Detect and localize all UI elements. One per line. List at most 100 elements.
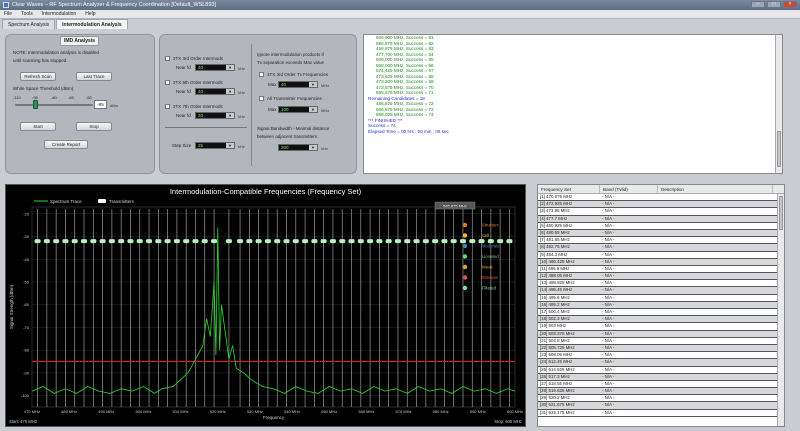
y-tick-label: -30 bbox=[23, 234, 30, 239]
menu-help[interactable]: Help bbox=[85, 10, 95, 18]
menu-tools[interactable]: Tools bbox=[21, 10, 33, 18]
table-row[interactable]: [24] 512.45 MHz - N/A - bbox=[538, 359, 784, 367]
band-cell: - N/A - bbox=[602, 373, 615, 379]
third-tx-checkbox[interactable] bbox=[259, 72, 264, 77]
table-row[interactable]: [5] 480.925 MHz - N/A - bbox=[538, 223, 784, 230]
band-cell: - N/A - bbox=[602, 258, 615, 264]
table-row[interactable]: [6] 480.55 MHz - N/A - bbox=[538, 229, 784, 238]
threshold-value-field[interactable]: -85 bbox=[94, 100, 107, 109]
tab-intermodulation-analysis[interactable]: Intermodulation Analysis bbox=[56, 19, 128, 29]
menu-intermodulation[interactable]: Intermodulation bbox=[42, 10, 76, 18]
imd-notice-line1: NOTE: Intermodulation analysis is disabl… bbox=[13, 50, 100, 55]
table-row[interactable]: [13] 489.925 MHz - N/A - bbox=[538, 280, 784, 288]
table-row[interactable]: [7] 481.65 MHz - N/A - bbox=[538, 237, 784, 245]
transmitter-marker bbox=[43, 239, 50, 244]
minimize-button[interactable]: – bbox=[751, 1, 765, 8]
transmitter-marker bbox=[367, 239, 374, 244]
transmitter-marker bbox=[422, 239, 429, 244]
threshold-slider-track[interactable] bbox=[15, 104, 93, 106]
fifth-order-checkbox[interactable] bbox=[165, 80, 170, 85]
table-row[interactable]: [1] 470.675 MHz - N/A - bbox=[538, 194, 784, 202]
table-row[interactable]: [3] 473.95 MHz - N/A - bbox=[538, 208, 784, 216]
all-tx-checkbox[interactable] bbox=[259, 96, 264, 101]
third-order-checkbox[interactable] bbox=[165, 56, 170, 61]
seventh-near-select[interactable]: 20 ▼ bbox=[195, 112, 235, 119]
last-trace-button[interactable]: Last Trace bbox=[76, 72, 112, 81]
table-body: [1] 470.675 MHz - N/A - [2] 472.925 MHz - N… bbox=[538, 194, 784, 417]
table-scrollbar-thumb[interactable] bbox=[779, 196, 783, 230]
transmitter-marker bbox=[127, 239, 134, 244]
category-label: Wireless bbox=[482, 275, 498, 280]
third-near-select[interactable]: 40 ▼ bbox=[195, 64, 235, 71]
seventh-order-checkbox[interactable] bbox=[165, 104, 170, 109]
table-row[interactable]: [10] 486.425 MHz - N/A - bbox=[538, 258, 784, 266]
category-swatch bbox=[462, 285, 468, 291]
threshold-slider-handle[interactable] bbox=[33, 100, 38, 109]
close-button[interactable]: × bbox=[783, 1, 797, 8]
table-row[interactable]: [8] 482.75 MHz - N/A - bbox=[538, 244, 784, 252]
category-label: Licensed bbox=[482, 254, 499, 259]
band-cell: - N/A - bbox=[602, 201, 615, 207]
table-row[interactable]: [21] 504.8 MHz - N/A - bbox=[538, 338, 784, 345]
stop-button[interactable]: Stop bbox=[76, 122, 112, 131]
table-row[interactable]: [28] 519.625 MHz - N/A - bbox=[538, 388, 784, 396]
category-swatch bbox=[462, 233, 468, 238]
create-report-button[interactable]: Create Report bbox=[44, 140, 88, 149]
table-row[interactable]: [27] 518.55 MHz - N/A - bbox=[538, 381, 784, 389]
col-frequency-set[interactable]: Frequency Set bbox=[538, 185, 600, 193]
frequency-cell: [10] 486.425 MHz bbox=[540, 258, 575, 264]
table-row[interactable]: [9] 484.3 MHz - N/A - bbox=[538, 252, 784, 259]
table-row[interactable]: [4] 477.7 MHz - N/A - bbox=[538, 215, 784, 223]
table-row[interactable]: [26] 517.3 MHz - N/A - bbox=[538, 373, 784, 381]
bandwidth-select[interactable]: 200 ▼ bbox=[278, 144, 318, 151]
table-row[interactable]: [15] 495.6 MHz - N/A - bbox=[538, 295, 784, 302]
tab-spectrum-analysis[interactable]: Spectrum Analysis bbox=[2, 19, 56, 29]
imd-notice-line2: until scanning has stopped. bbox=[13, 58, 68, 63]
y-tick-label: -60 bbox=[23, 302, 30, 307]
table-row[interactable]: [12] 488.05 MHz - N/A - bbox=[538, 273, 784, 281]
log-scrollbar[interactable] bbox=[775, 35, 782, 173]
legend-spectrum-label: Spectrum Trace bbox=[50, 199, 82, 204]
transmitter-marker bbox=[320, 239, 327, 244]
table-row[interactable]: [22] 505.725 MHz - N/A - bbox=[538, 344, 784, 353]
table-row[interactable]: [23] 508.05 MHz - N/A - bbox=[538, 352, 784, 360]
x-tick-label: 550 MHz bbox=[321, 409, 337, 414]
table-row[interactable]: [2] 472.925 MHz - N/A - bbox=[538, 201, 784, 209]
step-size-select[interactable]: 25 ▼ bbox=[195, 142, 235, 149]
analysis-log: 506,900 MHz, Success = 81 586,875 MHz, Su… bbox=[363, 34, 783, 174]
transmitter-marker bbox=[183, 239, 190, 244]
table-row[interactable]: [18] 502.3 MHz - N/A - bbox=[538, 316, 784, 324]
table-row[interactable]: [29] 520.2 MHz - N/A - bbox=[538, 395, 784, 403]
col-band[interactable]: Band (Tvlid) bbox=[600, 185, 658, 193]
transmitter-marker bbox=[469, 239, 476, 244]
col-description[interactable]: Description bbox=[658, 185, 773, 193]
table-row[interactable]: [11] 486.9 MHz - N/A - bbox=[538, 265, 784, 274]
frequency-cell: [7] 481.65 MHz bbox=[540, 237, 570, 243]
table-row[interactable]: [16] 499.2 MHz - N/A - bbox=[538, 301, 784, 309]
table-row[interactable]: [19] 503 MHz - N/A - bbox=[538, 323, 784, 331]
table-scrollbar[interactable] bbox=[777, 194, 784, 426]
table-row[interactable]: [17] 500.4 MHz - N/A - bbox=[538, 309, 784, 317]
frequency-cell: [19] 503 MHz bbox=[540, 323, 567, 329]
slider-tick-1: -110 bbox=[13, 95, 21, 100]
y-tick-label: -50 bbox=[23, 280, 30, 285]
band-cell: - N/A - bbox=[602, 222, 615, 228]
third-max-unit: MHz bbox=[321, 83, 330, 88]
frequency-cell: [17] 500.4 MHz bbox=[540, 309, 570, 314]
table-row[interactable]: [31] 523.175 MHz - N/A - bbox=[538, 410, 784, 417]
table-row[interactable]: [30] 521.675 MHz - N/A - bbox=[538, 402, 784, 410]
table-row[interactable]: [14] 495.45 MHz - N/A - bbox=[538, 287, 784, 295]
menu-file[interactable]: File bbox=[4, 10, 12, 18]
table-row[interactable]: [25] 514.625 MHz - N/A - bbox=[538, 367, 784, 374]
fifth-near-select[interactable]: 40 ▼ bbox=[195, 88, 235, 95]
maximize-button[interactable]: □ bbox=[767, 1, 781, 8]
log-scrollbar-thumb[interactable] bbox=[777, 131, 781, 167]
start-button[interactable]: Start bbox=[20, 122, 56, 131]
refresh-scan-button[interactable]: Refresh Scan bbox=[20, 72, 56, 81]
all-max-select[interactable]: 100 ▼ bbox=[278, 106, 318, 113]
band-cell: - N/A - bbox=[602, 265, 615, 271]
frequency-cell: [31] 523.175 MHz bbox=[540, 409, 575, 415]
third-max-select[interactable]: 40 ▼ bbox=[278, 81, 318, 88]
frequency-cell: [24] 512.45 MHz bbox=[540, 359, 573, 365]
table-row[interactable]: [20] 503.375 MHz - N/A - bbox=[538, 330, 784, 338]
